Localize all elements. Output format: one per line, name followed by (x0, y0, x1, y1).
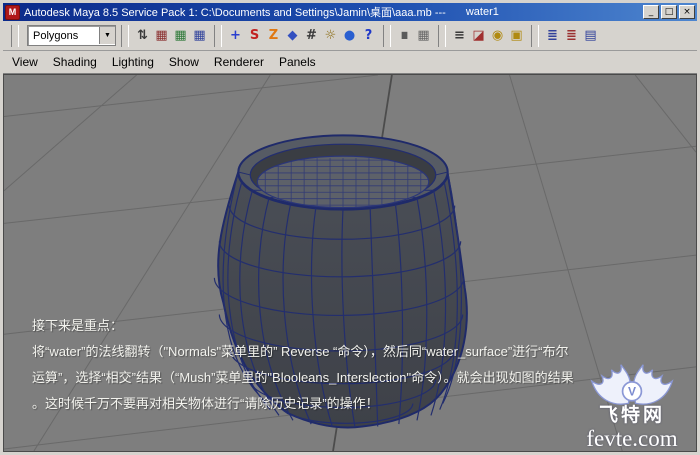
title-bar[interactable]: M Autodesk Maya 8.5 Service Pack 1: C:\D… (3, 3, 697, 21)
render-settings-icon[interactable]: ◉ (488, 26, 507, 45)
status-line-toolbar: Polygons ▼ ⇅ ▦ ▦ ▦ + S Z ◆ # ☼ ●? ∎ ▦ ≡ ◪ ◉ ▣ ≣ ≣ ▤ (3, 21, 697, 51)
tutorial-text-line: 接下来是重点： (32, 318, 124, 333)
snap-to-point-icon[interactable]: ▦ (190, 26, 209, 45)
close-button[interactable]: × (679, 5, 695, 19)
construction-history-icon[interactable]: ◆ (283, 26, 302, 45)
window-title: Autodesk Maya 8.5 Service Pack 1: C:\Doc… (24, 7, 446, 19)
help-icon[interactable]: ? (359, 26, 378, 45)
output-connections-icon[interactable]: Z (264, 26, 283, 45)
panel-menu-view[interactable]: View (12, 55, 38, 69)
toolbar-icon-strip: ⇅ ▦ ▦ ▦ + S Z ◆ # ☼ ●? ∎ ▦ ≡ ◪ ◉ ▣ ≣ ≣ ▤ (116, 24, 600, 47)
logo-letter: V (628, 385, 636, 399)
plus-icon[interactable]: + (226, 26, 245, 45)
grid-snap-icon[interactable]: ▦ (414, 26, 433, 45)
panel-menu-bar: View Shading Lighting Show Renderer Panels (3, 51, 697, 74)
perspective-viewport[interactable]: 接下来是重点： 将“water”的法线翻转（"Normals"菜单里的” Reve… (3, 74, 697, 452)
maximize-button[interactable]: □ (661, 5, 677, 19)
history-list-icon[interactable]: ≡ (450, 26, 469, 45)
panel-menu-renderer[interactable]: Renderer (214, 55, 264, 69)
tool-settings-icon[interactable]: ≣ (562, 26, 581, 45)
toolbar-separator[interactable] (438, 24, 446, 47)
attribute-editor-icon[interactable]: ≣ (543, 26, 562, 45)
texture-icon[interactable]: ▣ (507, 26, 526, 45)
panel-menu-show[interactable]: Show (169, 55, 199, 69)
light-icon[interactable]: ☼ (321, 26, 340, 45)
render-globe-icon[interactable]: ● (340, 26, 359, 45)
show-manipulator-icon[interactable]: ⇅ (133, 26, 152, 45)
maya-app-icon: M (5, 4, 20, 20)
tutorial-text-line: 运算”，选择“相交”结果（“Mush”菜单里的"Blooleans_Inters… (32, 370, 574, 385)
watermark-site-name: 飞特网 (598, 405, 665, 426)
window-controls: _ □ × (643, 5, 695, 19)
watermark-site-url: fevte.com (586, 426, 678, 451)
panel-menu-shading[interactable]: Shading (53, 55, 97, 69)
toolbar-separator[interactable] (531, 24, 539, 47)
minimize-button[interactable]: _ (643, 5, 659, 19)
input-connections-icon[interactable]: S (245, 26, 264, 45)
lock-icon[interactable]: ∎ (395, 26, 414, 45)
tutorial-text-line: 将“water”的法线翻转（"Normals"菜单里的” Reverse “命令… (32, 344, 569, 359)
toolbar-separator[interactable] (214, 24, 222, 47)
snap-to-curve-icon[interactable]: ▦ (171, 26, 190, 45)
channel-box-icon[interactable]: ▤ (581, 26, 600, 45)
grid-icon[interactable]: # (302, 26, 321, 45)
snap-to-grid-icon[interactable]: ▦ (152, 26, 171, 45)
window-document-name: water1 (465, 6, 499, 18)
water-surface[interactable] (256, 155, 430, 209)
chevron-down-icon[interactable]: ▼ (99, 27, 115, 44)
menu-set-value: Polygons (33, 29, 79, 42)
toolbar-separator[interactable] (383, 24, 391, 47)
tutorial-text-line: 。这时候千万不要再对相关物体进行“请除历史记录”的操作！ (32, 396, 379, 411)
panel-menu-lighting[interactable]: Lighting (112, 55, 154, 69)
paint-bucket-icon[interactable]: ◪ (469, 26, 488, 45)
panel-menu-panels[interactable]: Panels (279, 55, 316, 69)
toolbar-separator[interactable] (121, 24, 129, 47)
maya-window: M Autodesk Maya 8.5 Service Pack 1: C:\D… (0, 0, 700, 455)
fevte-watermark: V 飞特网 fevte.com (572, 357, 692, 451)
menu-set-dropdown[interactable]: Polygons ▼ (27, 25, 116, 46)
tutorial-text: 接下来是重点： 将“water”的法线翻转（"Normals"菜单里的” Reve… (32, 313, 574, 417)
toolbar-grip[interactable] (11, 24, 19, 47)
